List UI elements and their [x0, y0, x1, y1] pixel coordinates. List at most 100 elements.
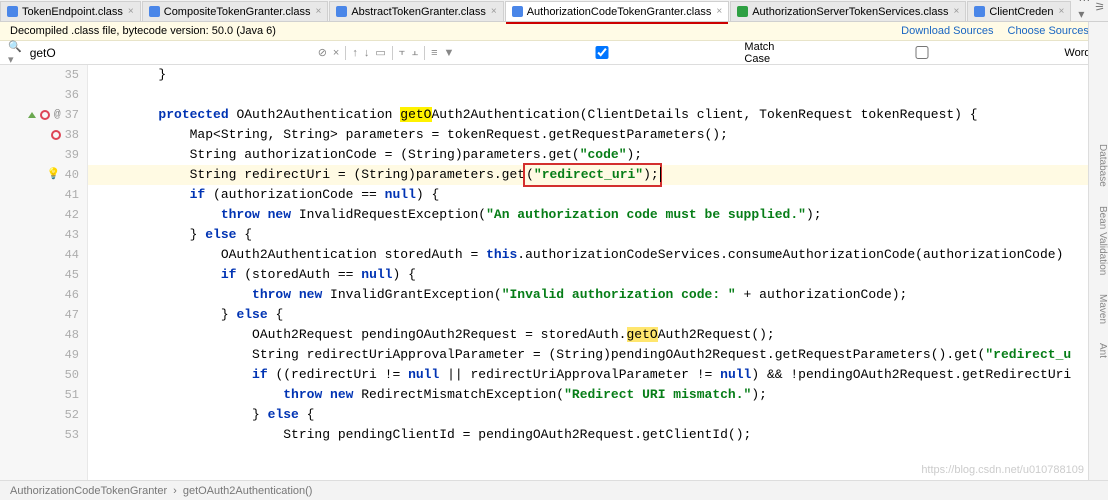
gutter-row: 💡40 [0, 165, 87, 185]
gutter-row: 45 [0, 265, 87, 285]
filter-icon[interactable]: ▼ [444, 47, 455, 59]
line-number: 42 [65, 205, 79, 225]
tab-tokenendpoint-class[interactable]: TokenEndpoint.class× [0, 1, 141, 21]
add-selection-icon[interactable]: ⫟ [399, 46, 406, 59]
line-number: 39 [65, 145, 79, 165]
intention-bulb-icon[interactable]: 💡 [47, 165, 61, 185]
line-number: 50 [65, 365, 79, 385]
line-number: 53 [65, 425, 79, 445]
code-line[interactable]: Map<String, String> parameters = tokenRe… [88, 125, 1108, 145]
tool-maven[interactable]: Maven [1097, 294, 1108, 324]
tool-bean-validation[interactable]: Bean Validation [1097, 206, 1108, 275]
select-all-occurrences-icon[interactable]: ⫠ [411, 46, 418, 59]
gutter-row: 36 [0, 85, 87, 105]
class-file-icon [512, 6, 523, 17]
gutter-row: 38 [0, 125, 87, 145]
gutter-row: 42 [0, 205, 87, 225]
code-line[interactable]: String redirectUriApprovalParameter = (S… [88, 345, 1108, 365]
code-area[interactable]: } protected OAuth2Authentication getOAut… [88, 65, 1108, 491]
prev-match-icon[interactable]: ↑ [352, 47, 358, 59]
tab-label: ClientCreden [989, 6, 1053, 18]
breadcrumb[interactable]: AuthorizationCodeTokenGranter › getOAuth… [0, 480, 1108, 500]
code-line[interactable]: } [88, 65, 1108, 85]
choose-sources-link[interactable]: Choose Sources... [1008, 25, 1099, 37]
gutter: 3536@373839💡4041424344454647484950515253 [0, 65, 88, 491]
next-match-icon[interactable]: ↓ [364, 47, 370, 59]
line-number: 47 [65, 305, 79, 325]
close-tab-icon[interactable]: × [128, 6, 134, 17]
class-file-icon [149, 6, 160, 17]
tab-authorizationcodetokengranter-class[interactable]: AuthorizationCodeTokenGranter.class × [505, 1, 730, 21]
code-line[interactable]: String pendingClientId = pendingOAuth2Re… [88, 425, 1108, 445]
code-line[interactable]: if (storedAuth == null) { [88, 265, 1108, 285]
tool-database[interactable]: Database [1097, 144, 1108, 187]
close-icon[interactable]: × [333, 47, 339, 59]
gutter-row: 44 [0, 245, 87, 265]
line-number: 52 [65, 405, 79, 425]
toggle-filter-icon[interactable]: ≡ [431, 47, 437, 59]
code-line[interactable]: protected OAuth2Authentication getOAuth2… [88, 105, 1108, 125]
class-file-icon [7, 6, 18, 17]
tab-compositetokengranter-class[interactable]: CompositeTokenGranter.class× [142, 1, 329, 21]
right-toolwindow-bar: Database Bean Validation Maven Ant [1088, 22, 1108, 480]
breadcrumb-class[interactable]: AuthorizationCodeTokenGranter [10, 485, 167, 497]
code-line[interactable]: throw new InvalidRequestException("An au… [88, 205, 1108, 225]
search-icon: 🔍▾ [8, 40, 22, 66]
tool-ant[interactable]: Ant [1097, 343, 1108, 358]
line-number: 44 [65, 245, 79, 265]
code-line[interactable]: if (authorizationCode == null) { [88, 185, 1108, 205]
line-number: 41 [65, 185, 79, 205]
gutter-row: 50 [0, 365, 87, 385]
gutter-row: 46 [0, 285, 87, 305]
words-toggle[interactable]: Words [782, 46, 1096, 59]
line-number: 49 [65, 345, 79, 365]
line-number: 40 [65, 165, 79, 185]
implements-up-icon[interactable] [28, 112, 36, 118]
tab-label: AuthorizationServerTokenServices.class [752, 6, 948, 18]
close-tab-icon[interactable]: × [1059, 6, 1065, 17]
close-tab-icon[interactable]: × [953, 6, 959, 17]
notice-text: Decompiled .class file, bytecode version… [10, 25, 276, 37]
code-line[interactable]: throw new InvalidGrantException("Invalid… [88, 285, 1108, 305]
code-line[interactable]: throw new RedirectMismatchException("Red… [88, 385, 1108, 405]
match-case-toggle[interactable]: Match Case [462, 41, 774, 65]
close-tab-icon[interactable]: × [315, 6, 321, 17]
gutter-row: 49 [0, 345, 87, 365]
gutter-row: 41 [0, 185, 87, 205]
close-tab-icon[interactable]: × [716, 6, 722, 17]
code-line[interactable]: String authorizationCode = (String)param… [88, 145, 1108, 165]
tab-clientcreden[interactable]: ClientCreden × [967, 1, 1071, 21]
hide-icon[interactable]: ⚞ [1094, 0, 1105, 14]
find-input[interactable] [30, 46, 310, 60]
code-line[interactable]: OAuth2Authentication storedAuth = this.a… [88, 245, 1108, 265]
tab-abstracttokengranter-class[interactable]: AbstractTokenGranter.class× [329, 1, 503, 21]
code-line[interactable] [88, 85, 1108, 105]
annotation-icon[interactable]: @ [54, 105, 61, 125]
code-line[interactable]: } else { [88, 405, 1108, 425]
gutter-row: 51 [0, 385, 87, 405]
line-number: 46 [65, 285, 79, 305]
code-line[interactable]: OAuth2Request pendingOAuth2Request = sto… [88, 325, 1108, 345]
override-icon[interactable] [51, 130, 61, 140]
override-icon[interactable] [40, 110, 50, 120]
class-file-icon [737, 6, 748, 17]
select-all-icon[interactable]: ▭ [375, 46, 385, 59]
code-line[interactable]: } else { [88, 305, 1108, 325]
download-sources-link[interactable]: Download Sources [901, 25, 993, 37]
editor-tabs: TokenEndpoint.class×CompositeTokenGrante… [0, 0, 1108, 22]
code-line[interactable]: if ((redirectUri != null || redirectUriA… [88, 365, 1108, 385]
tab-label: AuthorizationCodeTokenGranter.class [527, 6, 712, 18]
code-editor[interactable]: 3536@373839💡4041424344454647484950515253… [0, 65, 1108, 491]
line-number: 48 [65, 325, 79, 345]
line-number: 51 [65, 385, 79, 405]
gutter-row: 52 [0, 405, 87, 425]
code-line[interactable]: } else { [88, 225, 1108, 245]
line-number: 36 [65, 85, 79, 105]
tab-list-icon[interactable]: ⋯▾ [1078, 0, 1090, 21]
tab-authorizationservertokenservices-class[interactable]: AuthorizationServerTokenServices.class × [730, 1, 966, 21]
clear-icon[interactable]: ⊘ [318, 46, 327, 59]
code-line[interactable]: String redirectUri = (String)parameters.… [88, 165, 1108, 185]
close-tab-icon[interactable]: × [491, 6, 497, 17]
breadcrumb-method[interactable]: getOAuth2Authentication() [183, 485, 313, 497]
line-number: 38 [65, 125, 79, 145]
